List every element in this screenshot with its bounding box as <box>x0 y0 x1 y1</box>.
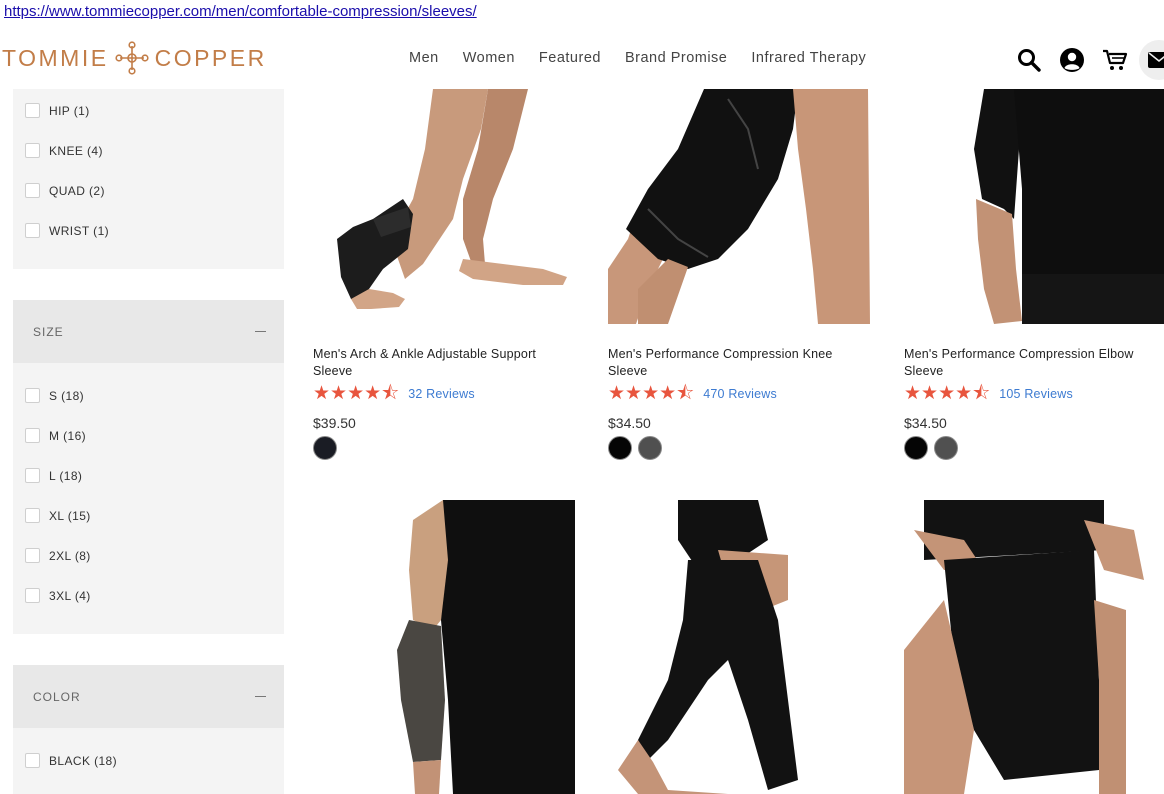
brand-logo-right: COPPER <box>154 44 267 71</box>
filter-option[interactable]: QUAD (2) <box>25 183 105 198</box>
color-swatch[interactable] <box>608 436 632 460</box>
product-image[interactable] <box>904 500 1164 794</box>
star-icon: ★ <box>608 383 626 404</box>
star-half-icon: ⯪ <box>381 383 400 404</box>
brand-logo-left: TOMMIE <box>2 44 109 71</box>
checkbox[interactable] <box>25 588 40 603</box>
star-icon: ★ <box>938 383 956 404</box>
filter-option[interactable]: M (16) <box>25 428 86 443</box>
star-icon: ★ <box>330 383 348 404</box>
nav-brand-promise[interactable]: Brand Promise <box>625 50 727 66</box>
reviews-link[interactable]: 470 Reviews <box>703 387 777 401</box>
product-image[interactable] <box>904 89 1164 324</box>
cart-icon[interactable] <box>1102 47 1128 73</box>
star-icon: ★ <box>347 383 365 404</box>
color-swatches <box>608 436 668 460</box>
product-rating: ★ ★ ★ ★ ⯪ 470 Reviews <box>608 383 777 404</box>
filter-color-header[interactable]: COLOR <box>13 665 284 728</box>
product-price: $34.50 <box>608 415 651 431</box>
star-icon: ★ <box>955 383 973 404</box>
filter-color-title: COLOR <box>33 689 81 704</box>
main-nav: Men Women Featured Brand Promise Infrare… <box>409 50 890 66</box>
star-icon: ★ <box>625 383 643 404</box>
product-price: $34.50 <box>904 415 947 431</box>
star-icon: ★ <box>904 383 922 404</box>
checkbox[interactable] <box>25 183 40 198</box>
header-icons <box>1016 40 1164 80</box>
reviews-link[interactable]: 105 Reviews <box>999 387 1073 401</box>
nav-men[interactable]: Men <box>409 50 439 66</box>
filter-size-header[interactable]: SIZE <box>13 300 284 363</box>
color-swatch[interactable] <box>638 436 662 460</box>
checkbox[interactable] <box>25 428 40 443</box>
filter-option[interactable]: 3XL (4) <box>25 588 91 603</box>
checkbox[interactable] <box>25 548 40 563</box>
product-title[interactable]: Men's Performance Compression Knee Sleev… <box>608 346 870 380</box>
filter-option[interactable]: L (18) <box>25 468 82 483</box>
reviews-link[interactable]: 32 Reviews <box>408 387 475 401</box>
filter-size-title: SIZE <box>33 324 64 339</box>
checkbox[interactable] <box>25 223 40 238</box>
color-swatch[interactable] <box>934 436 958 460</box>
account-icon[interactable] <box>1059 47 1085 73</box>
filter-option[interactable]: S (18) <box>25 388 84 403</box>
checkbox[interactable] <box>25 103 40 118</box>
nav-infrared-therapy[interactable]: Infrared Therapy <box>751 50 866 66</box>
color-swatches <box>904 436 964 460</box>
filter-option[interactable]: HIP (1) <box>25 103 90 118</box>
product-image[interactable] <box>608 89 874 324</box>
mail-icon <box>1148 52 1164 68</box>
filter-size-panel: SIZE S (18) M (16) L (18) XL (15) 2XL (8… <box>13 300 284 634</box>
nav-women[interactable]: Women <box>463 50 515 66</box>
checkbox[interactable] <box>25 468 40 483</box>
site-header: TOMMIE COPPER Men Women Featured Brand P… <box>0 36 1164 80</box>
filter-option[interactable]: WRIST (1) <box>25 223 109 238</box>
search-icon[interactable] <box>1016 47 1042 73</box>
product-title[interactable]: Men's Performance Compression Elbow Slee… <box>904 346 1164 380</box>
brand-logo-mark-icon <box>114 41 149 75</box>
brand-logo[interactable]: TOMMIE COPPER <box>2 41 267 75</box>
filter-option[interactable]: KNEE (4) <box>25 143 103 158</box>
color-swatch[interactable] <box>313 436 337 460</box>
color-swatches <box>313 436 343 460</box>
checkbox[interactable] <box>25 388 40 403</box>
star-half-icon: ⯪ <box>972 383 991 404</box>
checkbox[interactable] <box>25 753 40 768</box>
product-image[interactable] <box>608 500 874 794</box>
filter-area-panel: HIP (1) KNEE (4) QUAD (2) WRIST (1) <box>13 89 284 269</box>
page-url-link[interactable]: https://www.tommiecopper.com/men/comfort… <box>4 3 477 20</box>
product-price: $39.50 <box>313 415 356 431</box>
product-image[interactable] <box>313 89 579 324</box>
product-rating: ★ ★ ★ ★ ⯪ 105 Reviews <box>904 383 1073 404</box>
product-title[interactable]: Men's Arch & Ankle Adjustable Support Sl… <box>313 346 575 380</box>
star-icon: ★ <box>659 383 677 404</box>
filter-option[interactable]: XL (15) <box>25 508 91 523</box>
filter-option[interactable]: 2XL (8) <box>25 548 91 563</box>
collapse-icon[interactable] <box>255 331 266 332</box>
collapse-icon[interactable] <box>255 696 266 697</box>
mail-button[interactable] <box>1139 40 1164 80</box>
star-half-icon: ⯪ <box>676 383 695 404</box>
checkbox[interactable] <box>25 508 40 523</box>
checkbox[interactable] <box>25 143 40 158</box>
star-icon: ★ <box>364 383 382 404</box>
nav-featured[interactable]: Featured <box>539 50 601 66</box>
product-image[interactable] <box>313 500 579 794</box>
star-icon: ★ <box>313 383 331 404</box>
filter-color-panel: COLOR BLACK (18) <box>13 665 284 794</box>
product-rating: ★ ★ ★ ★ ⯪ 32 Reviews <box>313 383 475 404</box>
star-icon: ★ <box>921 383 939 404</box>
filter-option[interactable]: BLACK (18) <box>25 753 117 768</box>
star-icon: ★ <box>642 383 660 404</box>
color-swatch[interactable] <box>904 436 928 460</box>
